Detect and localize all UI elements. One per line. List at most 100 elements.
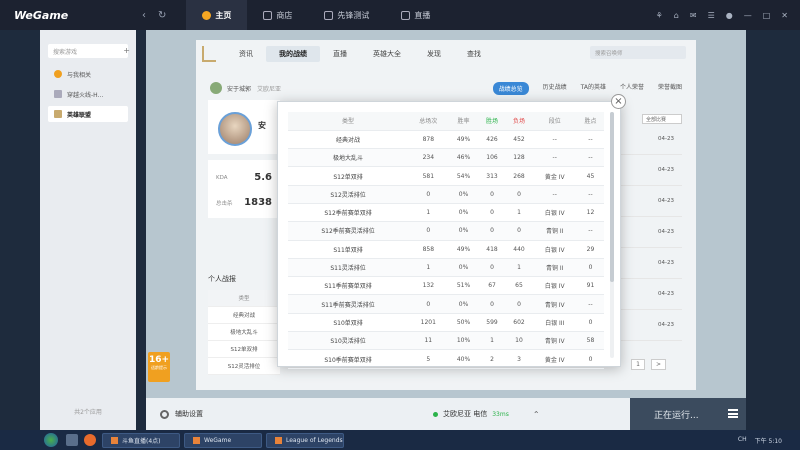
maximize-icon[interactable]: □ bbox=[763, 11, 771, 20]
nav-find[interactable]: 查找 bbox=[454, 46, 494, 62]
cell-wins: 2 bbox=[478, 349, 506, 369]
list-item[interactable]: 04-23 bbox=[612, 155, 682, 186]
table-row: S12单双排 581 54% 313 268 黄金 IV 45 bbox=[288, 166, 604, 186]
cell-rank: 青铜 II bbox=[532, 221, 577, 241]
recent-matches: 全部比赛 04-23 04-23 04-23 04-23 04-23 04-23… bbox=[612, 114, 682, 384]
cell-type: S11季前赛灵活排位 bbox=[288, 294, 409, 314]
hamburger-icon[interactable] bbox=[728, 409, 738, 418]
table-row: 经典对战 bbox=[208, 307, 280, 324]
douyu-icon bbox=[111, 436, 118, 444]
gear-icon[interactable] bbox=[160, 409, 169, 419]
cell-type: S12季前赛单双排 bbox=[288, 203, 409, 223]
age-rating-label: 适龄提示 bbox=[151, 365, 167, 370]
cell-losses: 3 bbox=[505, 349, 533, 369]
cell-losses: 65 bbox=[505, 276, 533, 296]
sidebar-item-lol[interactable]: 英雄联盟 bbox=[48, 106, 128, 122]
sidebar-item-label: 穿越火线-H... bbox=[67, 91, 104, 99]
personal-report: 个人战报 类型 经典对战 极地大乱斗 S12单双排 S12灵活排位 bbox=[208, 274, 280, 375]
cell-total: 234 bbox=[408, 148, 449, 168]
list-item[interactable]: 04-23 bbox=[612, 279, 682, 310]
assist-settings-button[interactable]: 辅助设置 bbox=[175, 409, 203, 419]
cell-lp: -- bbox=[576, 148, 604, 168]
tab-history[interactable]: 历史战绩 bbox=[543, 82, 567, 95]
cell-type: S10单双排 bbox=[288, 313, 409, 333]
cell-winrate: 54% bbox=[448, 166, 479, 186]
minimize-icon[interactable]: — bbox=[744, 11, 752, 20]
cell-total: 5 bbox=[408, 349, 449, 369]
lol-task-icon bbox=[275, 436, 282, 444]
back-icon[interactable]: ‹ bbox=[142, 10, 146, 21]
summoner-search-input[interactable]: 搜索召唤师 bbox=[590, 46, 686, 59]
personal-report-table: 类型 经典对战 极地大乱斗 S12单双排 S12灵活排位 bbox=[208, 290, 280, 375]
close-icon[interactable]: ✕ bbox=[781, 11, 788, 20]
list-item[interactable]: 04-23 bbox=[612, 217, 682, 248]
col-winrate: 胜率 bbox=[448, 112, 479, 131]
list-item[interactable]: 04-23 bbox=[612, 310, 682, 341]
nav-arrows: ‹ ↻ bbox=[142, 10, 166, 21]
tab-live[interactable]: 直播 bbox=[385, 0, 446, 30]
list-item[interactable]: 04-23 bbox=[612, 186, 682, 217]
cell-total: 1201 bbox=[408, 313, 449, 333]
nav-my-record[interactable]: 我的战绩 bbox=[266, 46, 320, 62]
cell-rank: -- bbox=[532, 185, 577, 204]
nav-discover[interactable]: 发现 bbox=[414, 46, 454, 62]
online-dot-icon bbox=[433, 411, 438, 417]
cell-lp: 58 bbox=[576, 331, 604, 351]
cell-losses: 0 bbox=[505, 185, 533, 204]
table-row: 极地大乱斗 234 46% 106 128 -- -- bbox=[288, 148, 604, 168]
tab-shop[interactable]: 商店 bbox=[247, 0, 308, 30]
tab-honor[interactable]: 个人荣誉 bbox=[620, 82, 644, 95]
clock: 下午 5:10 bbox=[754, 437, 782, 445]
tab-overview[interactable]: 战绩总览 bbox=[492, 81, 529, 95]
table-row: S11单双排 858 49% 418 440 白银 IV 29 bbox=[288, 240, 604, 259]
nav-live[interactable]: 直播 bbox=[320, 46, 360, 62]
browser-icon[interactable] bbox=[84, 434, 96, 446]
list-item[interactable]: 04-23 bbox=[612, 124, 682, 155]
cell-losses: 0 bbox=[505, 294, 533, 314]
folder-icon[interactable] bbox=[66, 434, 78, 446]
table-row: S11季前赛灵活排位 0 0% 0 0 青铜 IV -- bbox=[288, 294, 604, 314]
tab-pioneer-test[interactable]: 先锋测试 bbox=[308, 0, 385, 30]
tab-screenshots[interactable]: 荣誉截图 bbox=[658, 82, 682, 95]
chevron-up-icon[interactable]: ⌃ bbox=[533, 410, 540, 419]
nav-news[interactable]: 资讯 bbox=[226, 46, 266, 62]
game-sidebar: 搜索游戏 + 与我相关 穿越火线-H... 英雄联盟 共2个应用 bbox=[40, 30, 136, 430]
taskbar-item-wegame[interactable]: WeGame bbox=[184, 432, 262, 448]
skin-icon[interactable]: ⚘ bbox=[656, 11, 663, 20]
sidebar-search[interactable]: 搜索游戏 + bbox=[48, 44, 130, 58]
cell-losses: 602 bbox=[505, 313, 533, 333]
match-filter-select[interactable]: 全部比赛 bbox=[642, 114, 682, 124]
next-page-button[interactable]: > bbox=[650, 359, 666, 370]
menu-icon[interactable]: ☰ bbox=[708, 11, 715, 20]
user-avatar-icon[interactable]: ● bbox=[726, 11, 733, 20]
taskbar-item-douyu[interactable]: 斗鱼直播(4点) bbox=[102, 432, 180, 448]
table-row: S12灵活排位 0 0% 0 0 -- -- bbox=[288, 185, 604, 204]
tab-heroes[interactable]: TA的英雄 bbox=[581, 82, 606, 95]
sidebar-item-crossfire[interactable]: 穿越火线-H... bbox=[48, 86, 128, 102]
cell-type: S12灵活排位 bbox=[288, 185, 409, 204]
start-button[interactable] bbox=[44, 433, 58, 447]
running-button[interactable]: 正在运行... bbox=[630, 398, 746, 430]
home-shortcut-icon[interactable]: ⌂ bbox=[674, 11, 679, 20]
cell-losses: 0 bbox=[505, 221, 533, 241]
add-icon[interactable]: + bbox=[123, 46, 130, 55]
lol-logo-icon bbox=[202, 46, 216, 62]
shop-icon bbox=[263, 10, 273, 20]
cell-rank: 白银 III bbox=[532, 313, 577, 333]
page-1-button[interactable]: 1 bbox=[631, 359, 645, 370]
modal-close-button[interactable]: × bbox=[611, 94, 626, 109]
table-row: 类型 bbox=[208, 290, 280, 307]
refresh-icon[interactable]: ↻ bbox=[158, 10, 166, 21]
input-method[interactable]: CH bbox=[738, 436, 747, 445]
list-item[interactable]: 04-23 bbox=[612, 248, 682, 279]
sidebar-item-related[interactable]: 与我相关 bbox=[48, 66, 128, 82]
profile-bar: 安于城郭 艾欧尼亚 战绩总览 历史战绩 TA的英雄 个人荣誉 荣誉截图 bbox=[210, 80, 682, 96]
tab-home[interactable]: 主页 bbox=[186, 0, 248, 30]
cell-wins: 418 bbox=[478, 240, 506, 259]
modal-scrollbar[interactable] bbox=[610, 112, 614, 358]
table-row: S10单双排 1201 50% 599 602 白银 III 0 bbox=[288, 313, 604, 333]
mail-icon[interactable]: ✉ bbox=[690, 11, 697, 20]
nav-heroes[interactable]: 英雄大全 bbox=[360, 46, 414, 62]
cell-rank: 黄金 IV bbox=[532, 166, 577, 186]
taskbar-item-lol[interactable]: League of Legends bbox=[266, 432, 344, 448]
